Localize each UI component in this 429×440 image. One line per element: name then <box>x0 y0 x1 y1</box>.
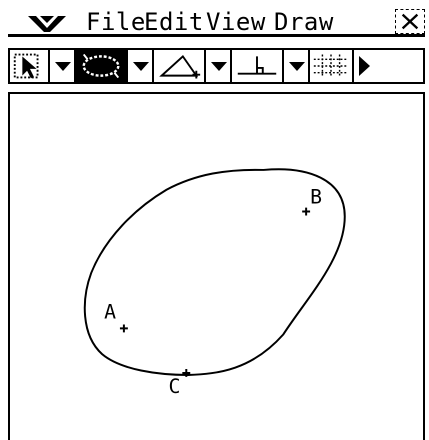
menu-edit[interactable]: Edit <box>144 8 204 36</box>
geometry-canvas[interactable]: A B C <box>8 92 425 440</box>
ellipse-tool-button[interactable] <box>76 50 128 82</box>
menu-view[interactable]: View <box>206 8 266 36</box>
ellipse-tool-dropdown[interactable] <box>128 50 154 82</box>
point-label-a: A <box>104 301 116 324</box>
point-a[interactable]: A <box>104 301 128 333</box>
perpendicular-tool-icon <box>237 56 277 75</box>
canvas-drawing: A B C <box>83 168 346 398</box>
menu-bar: File Edit View Draw <box>8 8 425 37</box>
ellipse-shape[interactable] <box>83 168 346 376</box>
casio-wing-logo-icon[interactable] <box>26 14 68 34</box>
select-tool-button[interactable] <box>10 50 50 82</box>
select-arrow-icon <box>13 53 39 79</box>
point-c[interactable]: C <box>168 369 191 398</box>
triangle-tool-dropdown[interactable] <box>206 50 232 82</box>
point-b[interactable]: B <box>302 186 322 216</box>
grid-tool-button[interactable] <box>310 50 354 82</box>
perpendicular-tool-dropdown[interactable] <box>284 50 310 82</box>
grid-tool-icon <box>313 54 349 78</box>
triangle-tool-icon <box>159 54 201 79</box>
menu-draw[interactable]: Draw <box>274 8 334 36</box>
close-x-icon <box>401 13 419 30</box>
point-label-b: B <box>310 186 322 209</box>
menu-file[interactable]: File <box>86 8 146 36</box>
ellipse-tool-icon <box>82 53 120 79</box>
point-label-c: C <box>168 375 180 398</box>
toolbar-scroll-right-button[interactable] <box>354 50 375 82</box>
close-button[interactable] <box>395 9 425 34</box>
perpendicular-tool-button[interactable] <box>232 50 284 82</box>
scroll-right-icon <box>359 56 370 76</box>
triangle-tool-button[interactable] <box>154 50 206 82</box>
toolbar <box>8 48 425 84</box>
select-tool-dropdown[interactable] <box>50 50 76 82</box>
